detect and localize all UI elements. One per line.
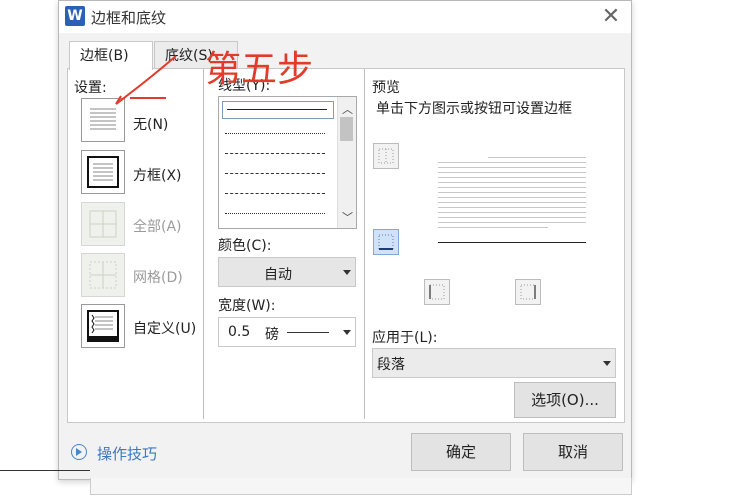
annotation-arrowhead [115, 95, 125, 105]
tab-borders[interactable]: 边框(B) [69, 41, 153, 70]
annotation-step-text: 第五步 [205, 49, 314, 90]
tab-borders-label: 边框(B) [80, 48, 129, 64]
annotation-overlay [115, 55, 177, 105]
